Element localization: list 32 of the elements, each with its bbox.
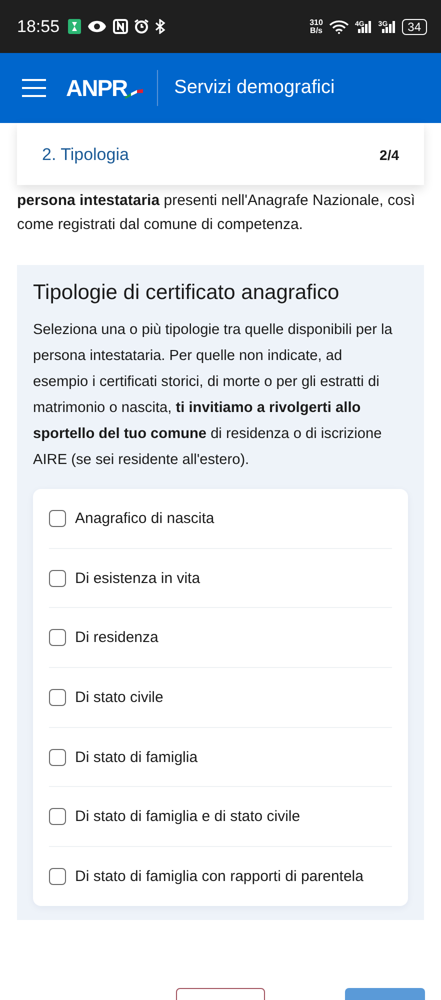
checkbox[interactable] bbox=[49, 629, 66, 646]
nfc-icon bbox=[112, 19, 128, 34]
option-label[interactable]: Anagrafico di nascita bbox=[75, 510, 214, 527]
checkbox[interactable] bbox=[49, 570, 66, 587]
step-counter: 2/4 bbox=[380, 147, 399, 163]
section-title: Tipologie di certificato anagrafico bbox=[33, 281, 340, 305]
option-label[interactable]: Di stato civile bbox=[75, 688, 164, 706]
checkbox[interactable] bbox=[49, 510, 66, 527]
app-title: Servizi demografici bbox=[174, 77, 335, 99]
menu-icon[interactable] bbox=[22, 78, 46, 98]
alarm-icon bbox=[134, 19, 149, 34]
option-label[interactable]: Di stato di famiglia bbox=[75, 748, 198, 766]
step-label[interactable]: 2. Tipologia bbox=[42, 145, 129, 165]
option-label[interactable]: Di residenza bbox=[75, 629, 158, 646]
battery-level: 34 bbox=[402, 18, 427, 34]
option-label[interactable]: Di stato di famiglia e di stato civile bbox=[75, 808, 300, 826]
option-label[interactable]: Di esistenza in vita bbox=[75, 570, 200, 587]
checkbox[interactable] bbox=[49, 748, 66, 766]
bluetooth-icon bbox=[154, 19, 166, 34]
status-time: 18:55 bbox=[17, 16, 60, 36]
option-label[interactable]: Di stato di famiglia con rapporti di parentela bbox=[75, 868, 364, 885]
checkbox[interactable] bbox=[49, 688, 66, 706]
checkbox[interactable] bbox=[49, 808, 66, 826]
network-speed-value: 310 bbox=[310, 18, 323, 26]
brand-logo[interactable]: ANPR bbox=[66, 74, 128, 102]
wifi-icon bbox=[328, 20, 349, 34]
network-speed-unit: B/s bbox=[310, 26, 322, 34]
eye-icon bbox=[86, 20, 107, 33]
intro-paragraph: persona intestataria presenti nell'Anagrafe Nazionale, così come registrati dal comune di competenza. bbox=[17, 191, 416, 235]
section-description: Seleziona una o più tipologie tra quelle disponibili per la persona intestataria. Per quelle non indicate, ad esempio i certificati storici, di morte o per gli estratti di matrimonio o nascita, ti invitiamo a rivolgerti allo sportello del tuo comune di residenza o di iscrizione AIRE (se sei residente all'estero). bbox=[33, 321, 394, 470]
checkbox[interactable] bbox=[49, 868, 66, 885]
hourglass-app-icon bbox=[68, 19, 81, 34]
